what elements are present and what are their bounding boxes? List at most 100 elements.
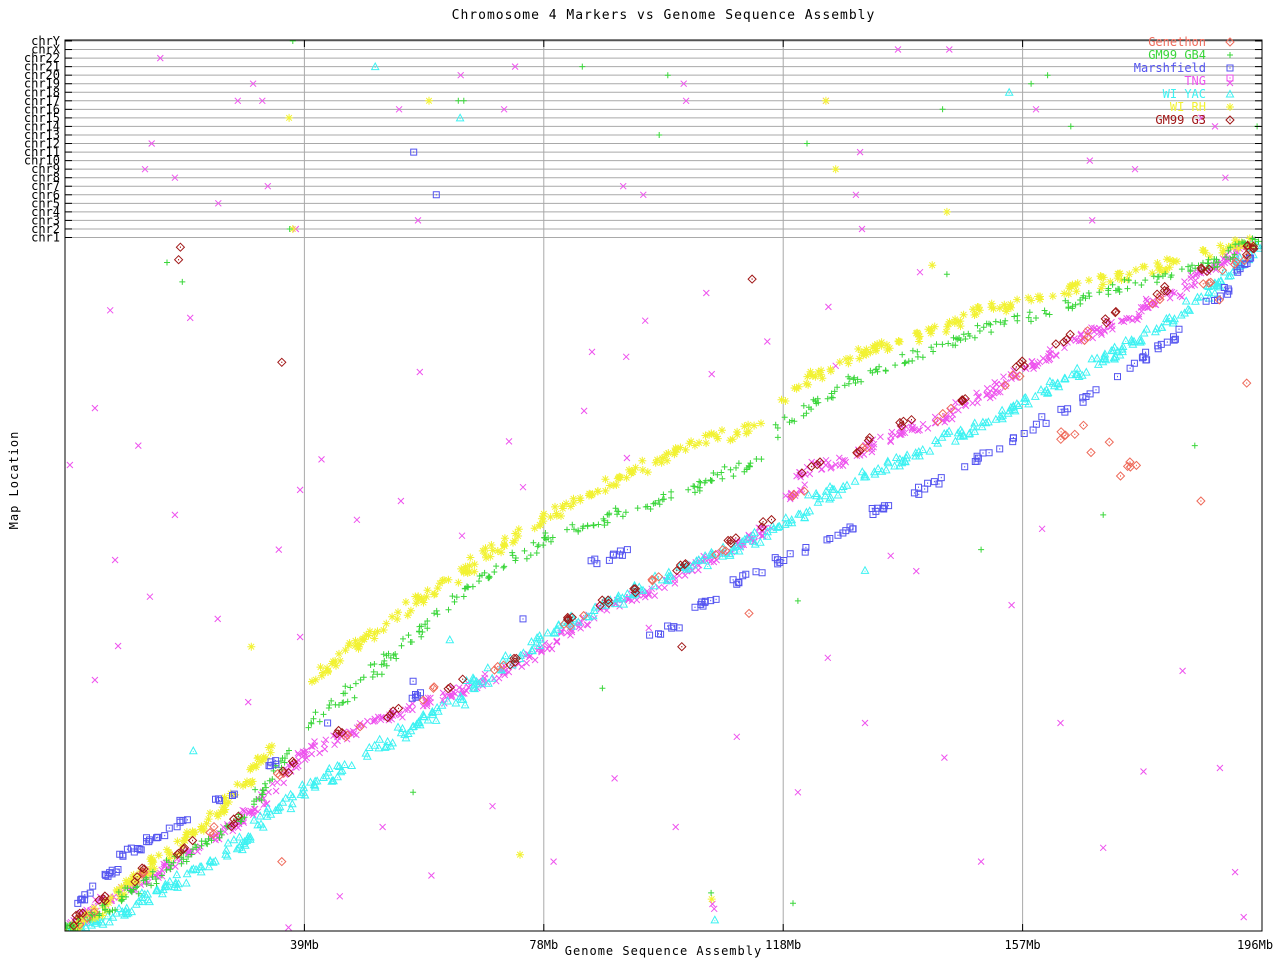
marker-point	[1164, 339, 1170, 345]
marker-point	[67, 462, 73, 468]
marker-point	[1047, 312, 1053, 318]
marker-point	[940, 106, 946, 112]
marker-point	[926, 448, 933, 455]
marker-point	[672, 580, 678, 586]
marker-point	[181, 837, 189, 845]
marker-point	[1132, 280, 1138, 286]
marker-point	[331, 657, 339, 665]
marker-point	[1122, 277, 1128, 283]
marker-point	[1071, 430, 1079, 438]
marker-point	[470, 584, 476, 590]
marker-point	[1192, 443, 1198, 449]
marker-point	[549, 646, 555, 652]
marker-point	[822, 97, 830, 105]
marker-point	[576, 494, 584, 502]
marker-point	[1125, 286, 1131, 292]
marker-point	[1141, 263, 1149, 271]
marker-point	[623, 509, 629, 515]
marker-point	[662, 450, 670, 458]
marker-point	[790, 900, 796, 906]
legend-label-gm99-g3: GM99 G3	[1155, 113, 1206, 127]
marker-point	[410, 678, 416, 684]
marker-point	[446, 636, 453, 643]
marker-point	[910, 348, 916, 354]
marker-point	[931, 323, 939, 331]
marker-point	[530, 540, 536, 546]
marker-point	[308, 678, 316, 686]
marker-point	[236, 833, 243, 840]
marker-point	[410, 789, 416, 795]
marker-point	[135, 443, 141, 449]
marker-point	[579, 64, 585, 70]
marker-point	[399, 714, 405, 720]
marker-point	[179, 279, 185, 285]
marker-point	[482, 671, 488, 677]
marker-point	[1179, 266, 1185, 272]
marker-point	[522, 548, 528, 554]
marker-point	[324, 668, 332, 676]
marker-point	[975, 323, 981, 329]
marker-point	[570, 499, 578, 507]
marker-point	[972, 335, 978, 341]
marker-point	[1117, 472, 1125, 480]
series-gm99-gb4	[63, 38, 1262, 936]
marker-point	[407, 607, 415, 615]
marker-point	[981, 324, 987, 330]
marker-point	[601, 487, 609, 495]
marker-point	[869, 449, 875, 455]
marker-point	[65, 932, 71, 938]
marker-point	[938, 475, 944, 481]
marker-point	[925, 425, 931, 431]
marker-point	[590, 522, 596, 528]
legend-marker-wi-yac	[1226, 90, 1233, 97]
marker-point	[764, 339, 770, 345]
marker-point	[335, 650, 343, 658]
marker-point	[916, 491, 922, 497]
marker-point	[997, 446, 1003, 452]
marker-point	[690, 483, 696, 489]
marker-point	[164, 260, 170, 266]
marker-point	[711, 916, 718, 923]
marker-point	[501, 542, 509, 550]
marker-point	[832, 165, 840, 173]
marker-point	[1039, 526, 1045, 532]
marker-point	[711, 906, 717, 912]
marker-point	[695, 439, 703, 447]
marker-point	[252, 763, 260, 771]
marker-point	[978, 859, 984, 865]
marker-point	[759, 570, 765, 576]
marker-point	[297, 487, 303, 493]
marker-point	[461, 98, 467, 104]
legend-label-wi-rh: WI RH	[1170, 100, 1206, 114]
marker-point	[825, 655, 831, 661]
marker-point	[632, 464, 640, 472]
marker-point	[190, 747, 197, 754]
marker-point	[668, 489, 674, 495]
marker-point	[836, 455, 842, 461]
marker-point	[434, 611, 440, 617]
marker-point	[939, 410, 947, 418]
marker-point	[281, 780, 287, 786]
marker-point	[267, 749, 275, 757]
marker-point	[859, 351, 867, 359]
marker-point	[361, 674, 367, 680]
marker-point	[1080, 421, 1088, 429]
marker-point	[662, 585, 668, 591]
marker-point	[718, 426, 726, 434]
marker-point	[805, 491, 812, 498]
marker-point	[273, 788, 279, 794]
chromosome-labels: chrYchrXchr22chr21chr20chr19chr18chr17ch…	[24, 34, 61, 245]
marker-point	[612, 775, 618, 781]
vertical-gridlines	[304, 40, 1022, 931]
marker-point	[528, 552, 534, 558]
marker-point	[354, 640, 362, 648]
marker-point	[107, 307, 113, 313]
marker-point	[807, 368, 815, 376]
marker-point	[685, 487, 691, 493]
marker-point	[791, 384, 799, 392]
marker-point	[482, 554, 490, 562]
marker-point	[520, 484, 526, 490]
marker-point	[1180, 668, 1186, 674]
marker-point	[728, 467, 734, 473]
marker-point	[781, 558, 787, 564]
